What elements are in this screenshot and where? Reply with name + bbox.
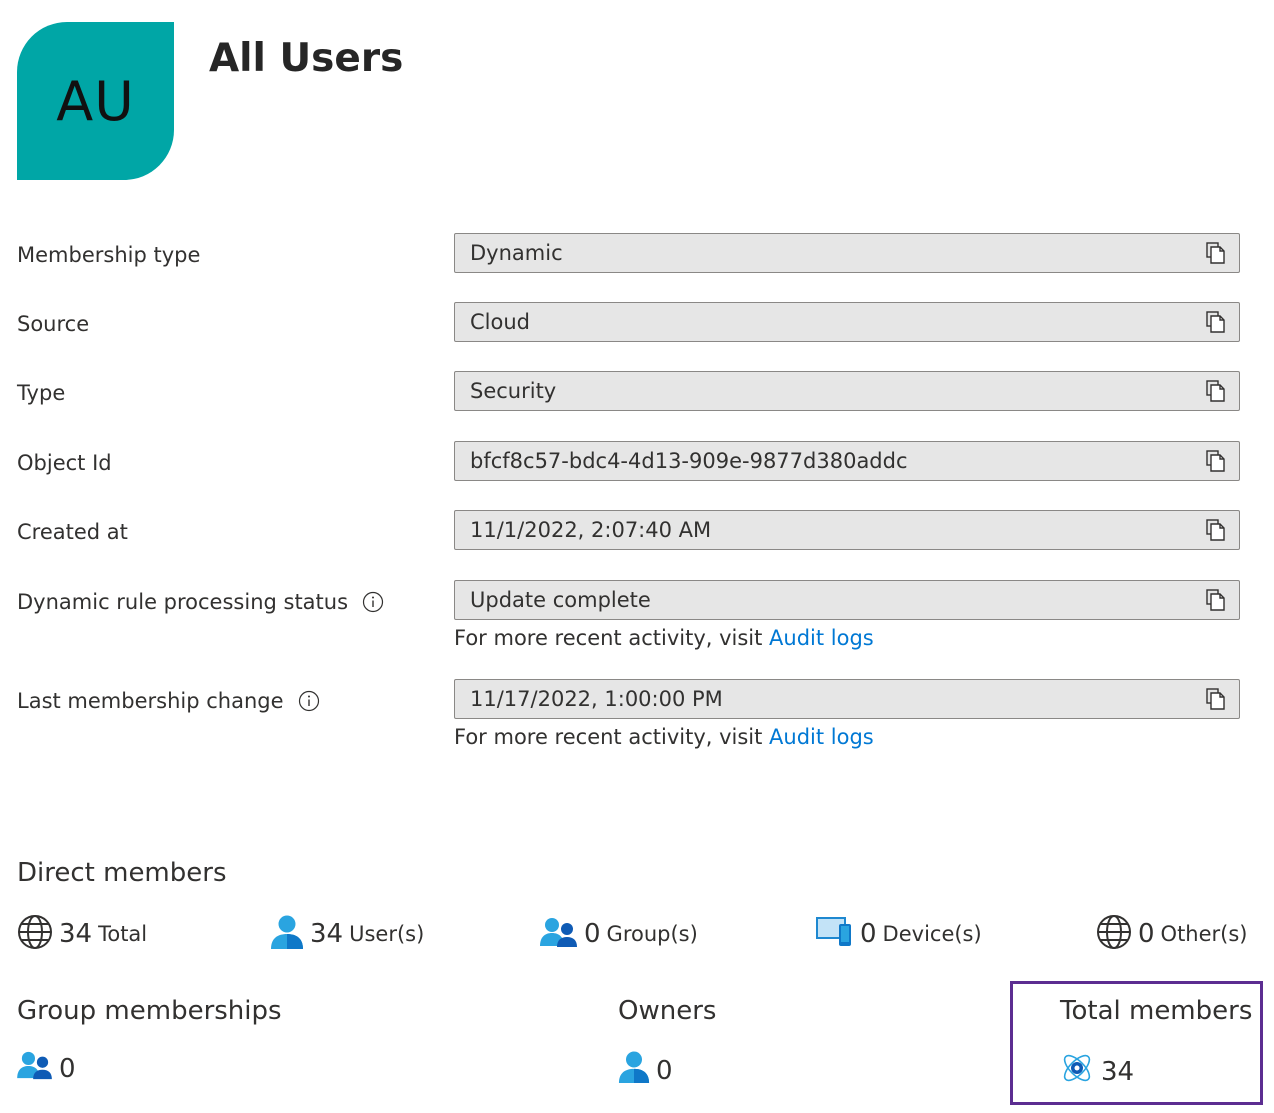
copy-icon[interactable] (1193, 680, 1239, 718)
direct-members-heading: Direct members (17, 858, 227, 888)
user-icon (270, 914, 304, 955)
membership-type-label: Membership type (17, 234, 200, 276)
created-at-label: Created at (17, 511, 128, 553)
audit-logs-link[interactable]: Audit logs (769, 725, 874, 749)
device-icon (816, 916, 854, 953)
users-count: 34 (310, 919, 344, 949)
object-id-label: Object Id (17, 442, 112, 484)
dynamic-rule-status-label-text: Dynamic rule processing status (17, 590, 349, 614)
dynamic-rule-status-label: Dynamic rule processing status (17, 581, 384, 623)
copy-icon[interactable] (1193, 511, 1239, 549)
globe-icon (1096, 914, 1132, 955)
copy-icon[interactable] (1193, 234, 1239, 272)
type-label-text: Type (17, 381, 66, 405)
copy-icon[interactable] (1193, 442, 1239, 480)
source-label-text: Source (17, 312, 90, 336)
total-count: 34 (59, 919, 93, 949)
type-field: Security (454, 371, 1240, 411)
dynamic-rule-hint: For more recent activity, visit Audit lo… (454, 626, 874, 650)
group-memberships-stat[interactable]: 0 (17, 1050, 76, 1087)
audit-logs-link[interactable]: Audit logs (769, 626, 874, 650)
atom-icon (1059, 1050, 1095, 1093)
hint-text: For more recent activity, visit (454, 626, 770, 650)
others-unit: Other(s) (1160, 922, 1248, 946)
direct-members-users[interactable]: 34 User(s) (270, 913, 424, 955)
object-id-field: bfcf8c57-bdc4-4d13-909e-9877d380addc (454, 441, 1240, 481)
source-field: Cloud (454, 302, 1240, 342)
object-id-label-text: Object Id (17, 451, 112, 475)
group-avatar: AU (17, 22, 174, 180)
owners-count: 0 (656, 1055, 673, 1086)
total-members-stat[interactable]: 34 (1059, 1050, 1134, 1093)
page-title: All Users (209, 36, 404, 81)
devices-unit: Device(s) (882, 922, 982, 946)
copy-icon[interactable] (1193, 581, 1239, 619)
groups-count: 0 (584, 919, 601, 949)
dynamic-rule-status-field: Update complete (454, 580, 1240, 620)
info-icon[interactable] (298, 690, 320, 712)
direct-members-devices[interactable]: 0 Device(s) (816, 913, 982, 955)
source-value: Cloud (470, 310, 530, 334)
hint-text: For more recent activity, visit (454, 725, 770, 749)
copy-icon[interactable] (1193, 303, 1239, 341)
dynamic-rule-status-value: Update complete (470, 588, 651, 612)
group-memberships-heading: Group memberships (17, 996, 282, 1026)
membership-type-field: Dynamic (454, 233, 1240, 273)
group-initials: AU (56, 69, 135, 133)
direct-members-total[interactable]: 34 Total (17, 913, 147, 955)
last-membership-hint: For more recent activity, visit Audit lo… (454, 725, 874, 749)
info-icon[interactable] (362, 591, 384, 613)
others-count: 0 (1138, 919, 1155, 949)
groups-unit: Group(s) (606, 922, 698, 946)
direct-members-others[interactable]: 0 Other(s) (1096, 913, 1248, 955)
total-members-heading: Total members (1060, 996, 1253, 1026)
last-membership-change-label-text: Last membership change (17, 689, 284, 713)
owners-heading: Owners (618, 996, 717, 1026)
group-icon (540, 916, 578, 953)
membership-type-value: Dynamic (470, 241, 563, 265)
devices-count: 0 (860, 919, 877, 949)
source-label: Source (17, 303, 89, 345)
copy-icon[interactable] (1193, 372, 1239, 410)
user-icon (618, 1050, 650, 1091)
total-members-count: 34 (1101, 1056, 1135, 1087)
direct-members-groups[interactable]: 0 Group(s) (540, 913, 698, 955)
group-memberships-count: 0 (59, 1053, 76, 1084)
group-icon (17, 1050, 53, 1087)
created-at-label-text: Created at (17, 520, 128, 544)
object-id-value: bfcf8c57-bdc4-4d13-909e-9877d380addc (470, 449, 908, 473)
membership-type-label-text: Membership type (17, 243, 201, 267)
last-membership-change-label: Last membership change (17, 680, 320, 722)
total-unit: Total (98, 922, 148, 946)
created-at-value: 11/1/2022, 2:07:40 AM (470, 518, 712, 542)
last-membership-change-value: 11/17/2022, 1:00:00 PM (470, 687, 723, 711)
users-unit: User(s) (349, 922, 425, 946)
owners-stat[interactable]: 0 (618, 1050, 673, 1091)
created-at-field: 11/1/2022, 2:07:40 AM (454, 510, 1240, 550)
type-value: Security (470, 379, 557, 403)
last-membership-change-field: 11/17/2022, 1:00:00 PM (454, 679, 1240, 719)
globe-icon (17, 914, 53, 955)
type-label: Type (17, 372, 65, 414)
